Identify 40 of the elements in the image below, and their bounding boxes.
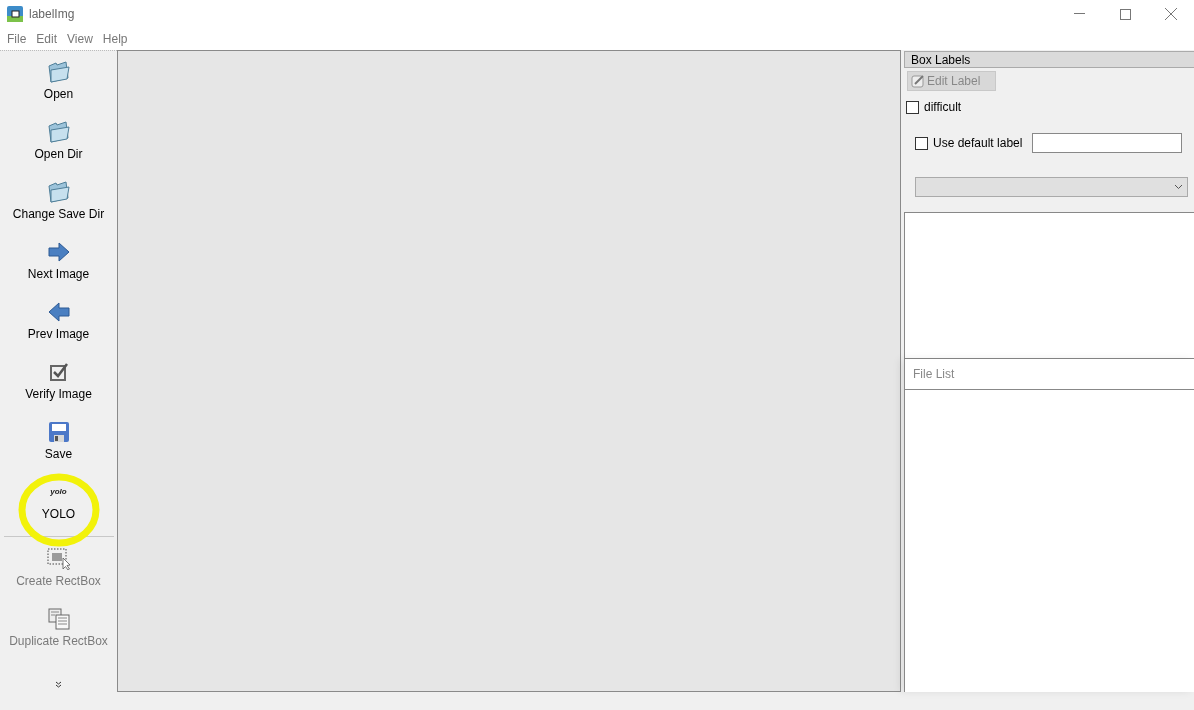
- file-list[interactable]: [905, 390, 1194, 692]
- window-title: labelImg: [29, 6, 75, 23]
- dock-title: File List: [913, 366, 955, 383]
- folder-icon: [46, 121, 71, 143]
- folder-icon: [46, 181, 71, 203]
- close-icon: [1165, 8, 1177, 20]
- toolbar-button[interactable]: Open Dir: [0, 113, 117, 173]
- toolbar-button[interactable]: Change Save Dir: [0, 173, 117, 233]
- image-canvas[interactable]: [117, 50, 901, 692]
- checkbox-label: difficult: [924, 99, 962, 116]
- menu-item[interactable]: Help: [97, 30, 133, 48]
- toolbar-button[interactable]: Next Image: [0, 233, 117, 293]
- toolbar-button[interactable]: Save: [0, 413, 117, 473]
- right-arrow-icon: [47, 242, 70, 262]
- checkbox-tick-icon: [48, 362, 69, 382]
- menu-item[interactable]: Edit: [31, 30, 63, 48]
- menu-item[interactable]: View: [62, 30, 98, 48]
- selection-rectangle-icon: [46, 548, 71, 570]
- left-arrow-icon: [47, 302, 70, 322]
- yolo-icon: yolo: [50, 488, 67, 496]
- toolbar-button[interactable]: Prev Image: [0, 293, 117, 353]
- app-icon: [7, 6, 23, 22]
- checkbox-label: Use default label: [933, 135, 1023, 152]
- edit-pencil-icon: [911, 74, 925, 88]
- duplicate-pages-icon: [47, 608, 70, 630]
- checkbox[interactable]: [906, 100, 919, 114]
- label-list[interactable]: [904, 212, 1194, 359]
- default-label-field[interactable]: [1032, 133, 1183, 153]
- checkbox[interactable]: [915, 136, 928, 150]
- toolbar-button[interactable]: Open: [0, 53, 117, 113]
- more-chevron-icon[interactable]: [55, 681, 62, 688]
- minimize-icon: [1073, 13, 1085, 15]
- dock-title: Box Labels: [911, 51, 971, 69]
- toolbar-button[interactable]: Verify Image: [0, 353, 117, 413]
- maximize-icon: [1119, 8, 1131, 20]
- folder-icon: [46, 61, 71, 83]
- chevron-down-icon: [1174, 184, 1183, 190]
- toolbar-button[interactable]: yolo YOLO: [0, 473, 117, 533]
- menu-item[interactable]: File: [2, 30, 32, 48]
- label-dropdown[interactable]: [915, 177, 1188, 197]
